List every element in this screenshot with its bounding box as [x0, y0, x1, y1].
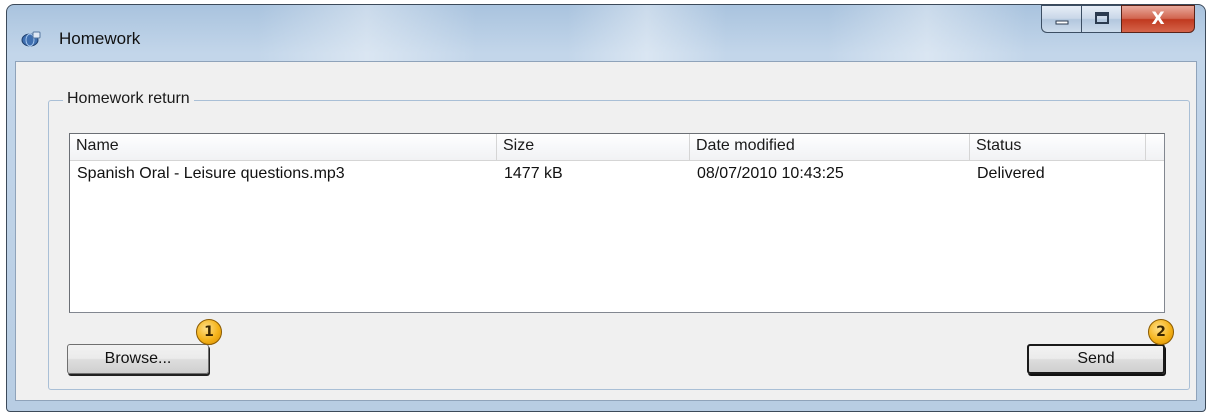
minimize-icon — [1054, 10, 1070, 29]
callout-marker-2: 2 — [1148, 319, 1174, 345]
list-item[interactable]: Spanish Oral - Leisure questions.mp3 147… — [70, 162, 1164, 190]
column-header-date-modified[interactable]: Date modified — [690, 134, 970, 160]
cell-size: 1477 kB — [504, 165, 563, 182]
group-label: Homework return — [63, 90, 194, 108]
cell-status: Delivered — [977, 165, 1045, 182]
send-button[interactable]: Send — [1027, 344, 1165, 374]
cell-date-modified: 08/07/2010 10:43:25 — [697, 165, 844, 182]
maximize-button[interactable] — [1081, 5, 1121, 33]
close-icon: X — [1151, 9, 1165, 29]
column-header-filler — [1146, 134, 1164, 160]
homework-return-group: Homework return Name Size Date modified … — [48, 90, 1190, 390]
maximize-icon — [1094, 10, 1110, 29]
column-header-status[interactable]: Status — [970, 134, 1146, 160]
cell-name: Spanish Oral - Leisure questions.mp3 — [77, 165, 345, 182]
column-header-size[interactable]: Size — [497, 134, 690, 160]
title-bar[interactable]: Homework X — [7, 5, 1205, 61]
caption-buttons: X — [1041, 5, 1195, 35]
globe-app-icon — [21, 31, 41, 47]
close-button[interactable]: X — [1121, 5, 1195, 33]
column-header-name[interactable]: Name — [70, 134, 497, 160]
homework-window: Homework X Homework return Name Size Dat… — [6, 4, 1206, 412]
window-title: Homework — [59, 29, 141, 48]
client-area: Homework return Name Size Date modified … — [15, 61, 1197, 401]
callout-marker-1: 1 — [196, 319, 222, 345]
file-list[interactable]: Name Size Date modified Status Spanish O… — [69, 133, 1165, 313]
list-header: Name Size Date modified Status — [70, 134, 1164, 161]
minimize-button[interactable] — [1041, 5, 1081, 33]
browse-button[interactable]: Browse... — [67, 344, 209, 374]
